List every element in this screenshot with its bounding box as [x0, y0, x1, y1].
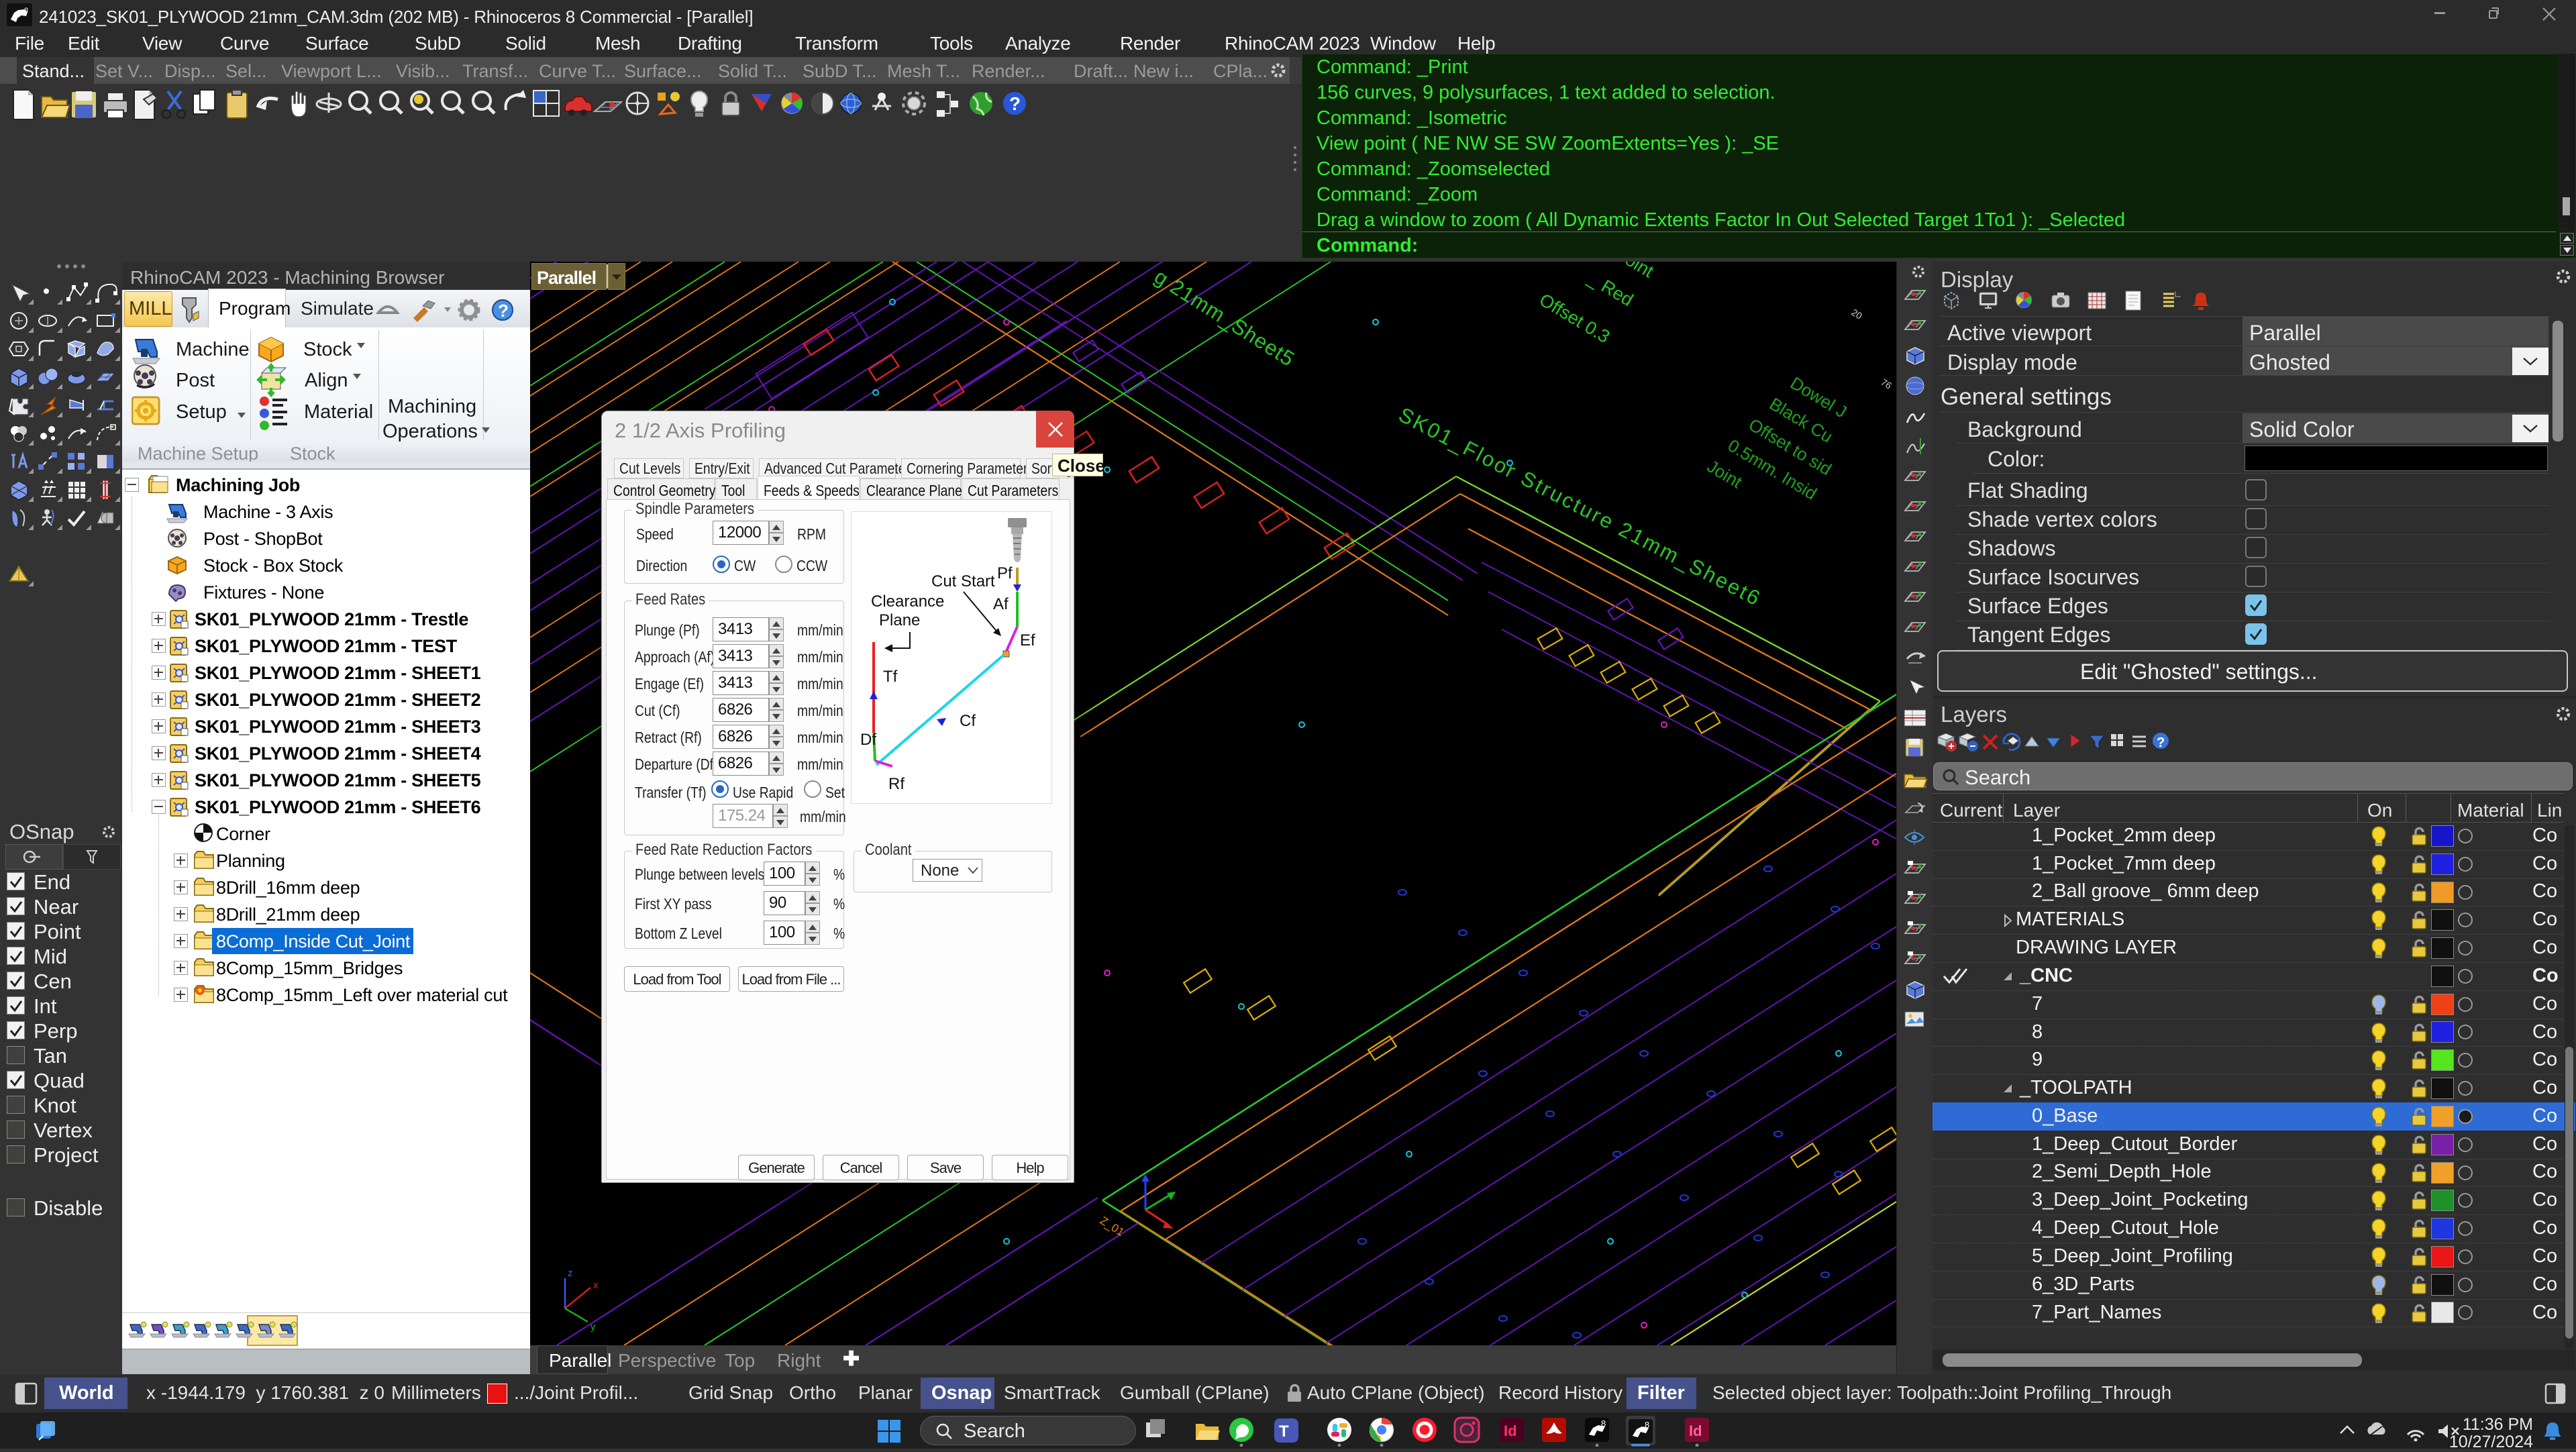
svg-text:8: 8 [1601, 1418, 1606, 1429]
svg-text:Id: Id [1504, 1422, 1517, 1439]
svg-text:Plane: Plane [879, 611, 920, 629]
svg-text:Z_01: Z_01 [1098, 1214, 1127, 1239]
svg-text:Id: Id [1689, 1422, 1702, 1439]
svg-text:oint: oint [1622, 262, 1657, 282]
svg-text:Af: Af [993, 595, 1009, 613]
svg-text:Cf: Cf [960, 712, 976, 730]
svg-text:8: 8 [24, 7, 28, 15]
svg-text:76: 76 [1879, 376, 1894, 391]
svg-text:Offset 0.3: Offset 0.3 [1536, 289, 1613, 347]
svg-text:T: T [1279, 1422, 1289, 1441]
svg-text:Tf: Tf [883, 668, 898, 686]
svg-text:?: ? [498, 301, 509, 321]
svg-text:SK01_Floor Structure 21mm_Shee: SK01_Floor Structure 21mm_Sheet6 [1395, 403, 1765, 611]
svg-text:y: y [590, 1321, 596, 1333]
svg-text:Cut Start: Cut Start [931, 572, 995, 590]
svg-text:Clearance: Clearance [871, 592, 944, 611]
svg-text:x: x [593, 1280, 599, 1291]
svg-text:20: 20 [1849, 307, 1864, 321]
svg-text:z: z [568, 1267, 573, 1279]
svg-text:Df: Df [860, 731, 876, 749]
svg-text:Rf: Rf [888, 775, 905, 793]
svg-text:8: 8 [1645, 1420, 1649, 1430]
svg-text:_ Red: _ Red [1584, 268, 1637, 310]
svg-text:g 21mm_Sheet5: g 21mm_Sheet5 [1150, 264, 1299, 371]
svg-text:?: ? [1009, 93, 1021, 114]
svg-text:?: ? [2157, 735, 2165, 750]
svg-text:Pf: Pf [997, 564, 1013, 582]
svg-text:Ef: Ef [1020, 631, 1035, 650]
